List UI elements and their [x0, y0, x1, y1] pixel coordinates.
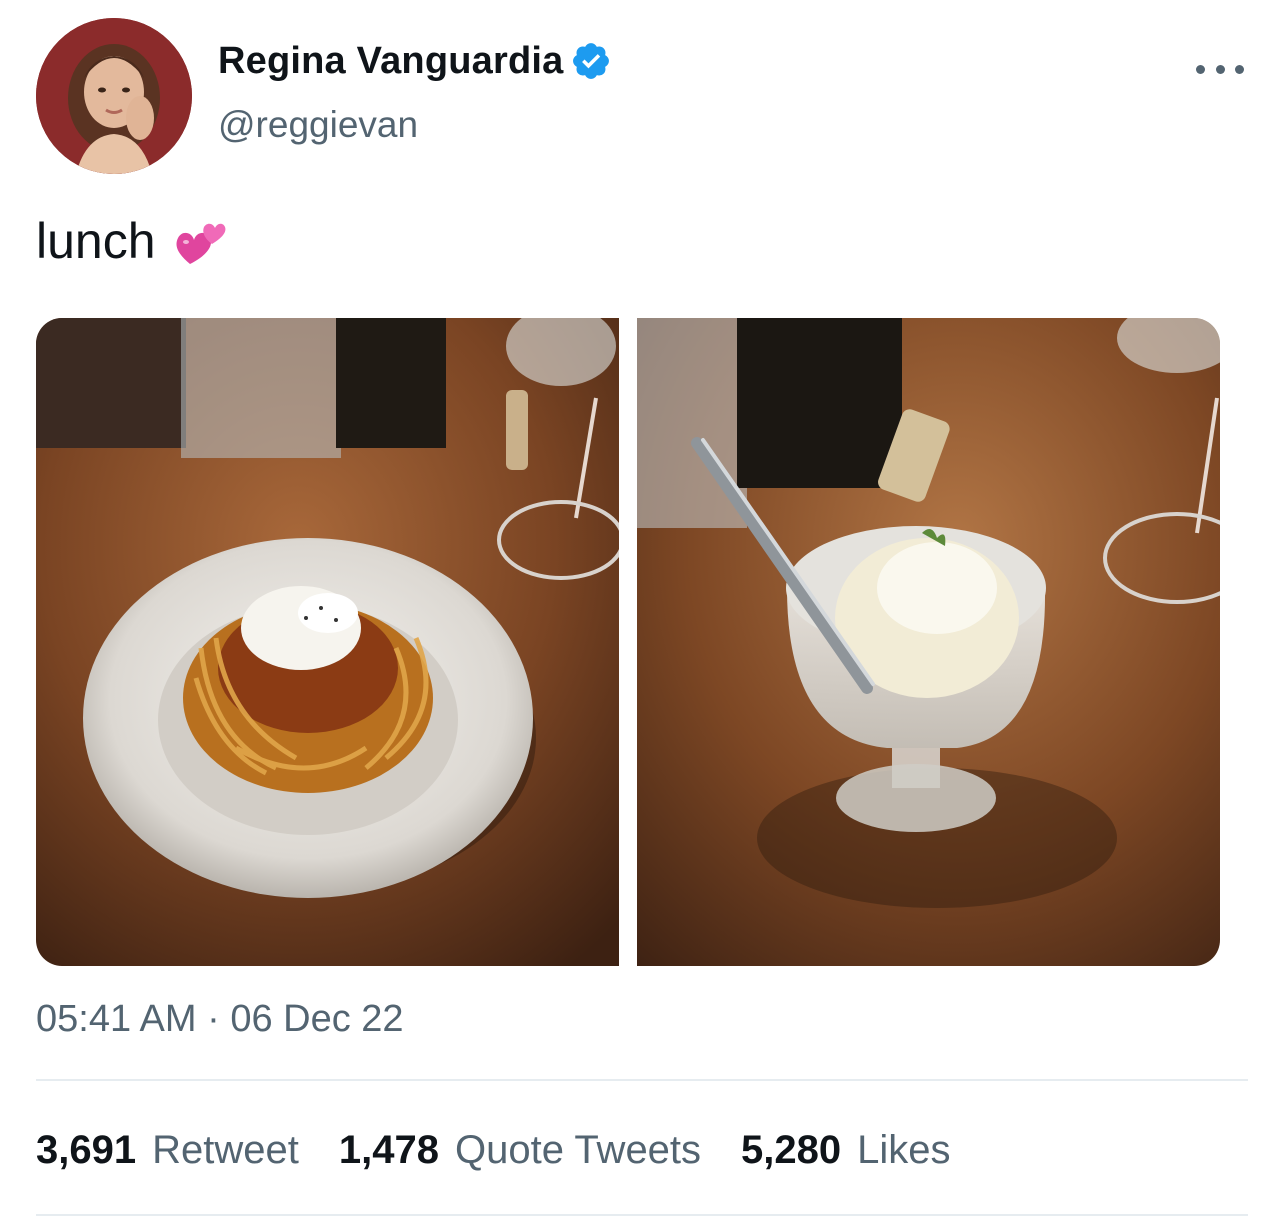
- tweet-media: [36, 318, 1220, 966]
- quote-tweets-stat[interactable]: 1,478 Quote Tweets: [339, 1128, 701, 1173]
- photo-pasta-bowl-icon: [36, 318, 619, 966]
- retweets-count: 3,691: [36, 1127, 137, 1172]
- more-options-icon[interactable]: [1196, 56, 1244, 82]
- verified-badge-icon: [572, 43, 609, 79]
- tweet-body: lunch: [36, 213, 156, 269]
- divider: [36, 1079, 1248, 1081]
- media-photo-2[interactable]: [637, 318, 1220, 966]
- two-hearts-icon: [176, 223, 225, 264]
- media-photo-1[interactable]: [36, 318, 619, 966]
- likes-stat[interactable]: 5,280 Likes: [741, 1128, 951, 1173]
- author-name-row[interactable]: Regina Vanguardia: [218, 38, 612, 84]
- retweets-label: Retweet: [152, 1127, 299, 1172]
- profile-photo-icon: [36, 18, 192, 174]
- more-dot: [1196, 64, 1205, 74]
- photo-ice-cream-cup-icon: [637, 318, 1220, 966]
- tweet-timestamp[interactable]: 05:41 AM · 06 Dec 22: [36, 998, 404, 1041]
- retweets-stat[interactable]: 3,691 Retweet: [36, 1128, 299, 1173]
- more-dot: [1235, 64, 1244, 74]
- user-handle[interactable]: @reggievan: [218, 104, 418, 146]
- avatar[interactable]: [36, 18, 192, 174]
- likes-label: Likes: [857, 1127, 951, 1172]
- quote-tweets-label: Quote Tweets: [454, 1127, 702, 1172]
- divider: [36, 1214, 1248, 1216]
- display-name[interactable]: Regina Vanguardia: [218, 40, 564, 83]
- tweet-stats: 3,691 Retweet 1,478 Quote Tweets 5,280 L…: [36, 1124, 991, 1176]
- more-dot: [1215, 64, 1225, 74]
- likes-count: 5,280: [741, 1127, 842, 1172]
- quote-tweets-count: 1,478: [338, 1127, 439, 1172]
- tweet-text: lunch: [36, 212, 228, 270]
